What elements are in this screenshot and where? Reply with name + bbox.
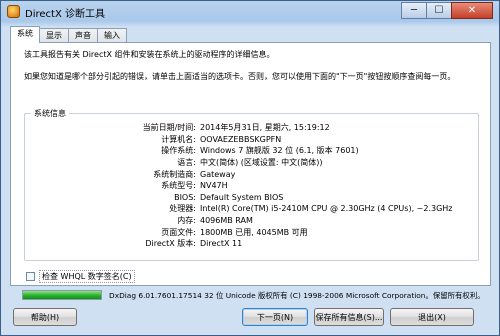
tab-display[interactable]: 显示 [39,28,69,43]
info-value: Intel(R) Core(TM) i5-2410M CPU @ 2.30GHz… [200,204,453,214]
info-value: 中文(简体) (区域设置: 中文(简体)) [200,158,323,168]
whql-checkbox-label[interactable]: 检查 WHQL 数字签名(C) [39,269,135,283]
status-area: DxDiag 6.01.7601.17514 32 位 Unicode 版权所有… [10,289,491,303]
tab-input[interactable]: 输入 [97,28,127,43]
info-label: 系统型号: [161,181,196,191]
info-label: 语言: [177,158,196,168]
button-bar: 帮助(H) 下一页(N) 保存所有信息(S)... 退出(X) [1,308,499,330]
minimize-button[interactable]: ─ [401,2,427,19]
window-title: DirectX 诊断工具 [25,9,105,20]
next-page-button[interactable]: 下一页(N) [242,308,308,326]
maximize-button[interactable]: ☐ [426,2,452,19]
info-row-bios: BIOS: Default System BIOS [25,192,480,204]
info-row-processor: 处理器: Intel(R) Core(TM) i5-2410M CPU @ 2.… [25,203,480,215]
intro-text-1: 该工具报告有关 DirectX 组件和安装在系统上的驱动程序的详细信息。 [24,50,275,59]
info-label: 系统制造商: [153,169,196,179]
dxdiag-window: DirectX 诊断工具 ─ ☐ ✕ 系统 显示 声音 输入 该工具报告有关 D… [0,0,500,336]
close-button[interactable]: ✕ [451,2,493,19]
info-label: 页面文件: [161,227,196,237]
info-value: 2014年5月31日, 星期六, 15:19:12 [200,123,330,133]
system-info-group-label: 系统信息 [31,108,69,119]
caption-buttons: ─ ☐ ✕ [401,2,493,20]
info-value: Default System BIOS [200,192,284,202]
info-row-os: 操作系统: Windows 7 旗舰版 32 位 (6.1, 版本 7601) [25,145,480,157]
system-tab-panel: 该工具报告有关 DirectX 组件和安装在系统上的驱动程序的详细信息。 如果您… [10,42,491,286]
help-button[interactable]: 帮助(H) [13,308,77,326]
tab-sound[interactable]: 声音 [68,28,98,43]
system-info-table: 当前日期/时间: 2014年5月31日, 星期六, 15:19:12 计算机名:… [25,122,480,250]
info-value: NV47H [200,181,228,191]
info-row-model: 系统型号: NV47H [25,180,480,192]
info-value: 4096MB RAM [200,216,253,226]
progress-bar [22,290,102,300]
whql-checkbox[interactable] [26,271,35,281]
info-row-datetime: 当前日期/时间: 2014年5月31日, 星期六, 15:19:12 [25,122,480,134]
info-row-directx-version: DirectX 版本: DirectX 11 [25,238,480,250]
info-value: Windows 7 旗舰版 32 位 (6.1, 版本 7601) [200,146,359,156]
info-row-manufacturer: 系统制造商: Gateway [25,168,480,180]
directx-app-icon [7,5,20,18]
progress-bar-fill [23,291,101,299]
info-row-page-file: 页面文件: 1800MB 已用, 4045MB 可用 [25,226,480,238]
info-value: Gateway [200,169,236,179]
info-row-computer-name: 计算机名: OOVAEZEBBSKGPFN [25,134,480,146]
info-label: 操作系统: [161,146,196,156]
info-label: 内存: [177,216,196,226]
info-value: OOVAEZEBBSKGPFN [200,134,282,144]
copyright-status-text: DxDiag 6.01.7601.17514 32 位 Unicode 版权所有… [109,291,485,300]
info-value: DirectX 11 [200,239,243,249]
info-label: 计算机名: [161,134,196,144]
info-label: 当前日期/时间: [142,123,196,133]
info-row-memory: 内存: 4096MB RAM [25,215,480,227]
tab-strip: 系统 显示 声音 输入 [10,26,127,43]
exit-button[interactable]: 退出(X) [390,308,474,326]
whql-check-row[interactable]: 检查 WHQL 数字签名(C) [26,269,135,283]
info-label: BIOS: [174,192,196,202]
info-row-language: 语言: 中文(简体) (区域设置: 中文(简体)) [25,157,480,169]
save-all-info-button[interactable]: 保存所有信息(S)... [314,308,384,326]
info-value: 1800MB 已用, 4045MB 可用 [200,227,308,237]
info-label: DirectX 版本: [145,239,196,249]
intro-text-2: 如果您知道是哪个部分引起的错误，请单击上面适当的选项卡。否则，您可以使用下面的"… [24,72,456,81]
info-label: 处理器: [169,204,196,214]
system-info-group: 系统信息 当前日期/时间: 2014年5月31日, 星期六, 15:19:12 … [24,108,480,261]
title-bar[interactable]: DirectX 诊断工具 ─ ☐ ✕ [1,1,499,23]
tab-system[interactable]: 系统 [10,26,40,43]
